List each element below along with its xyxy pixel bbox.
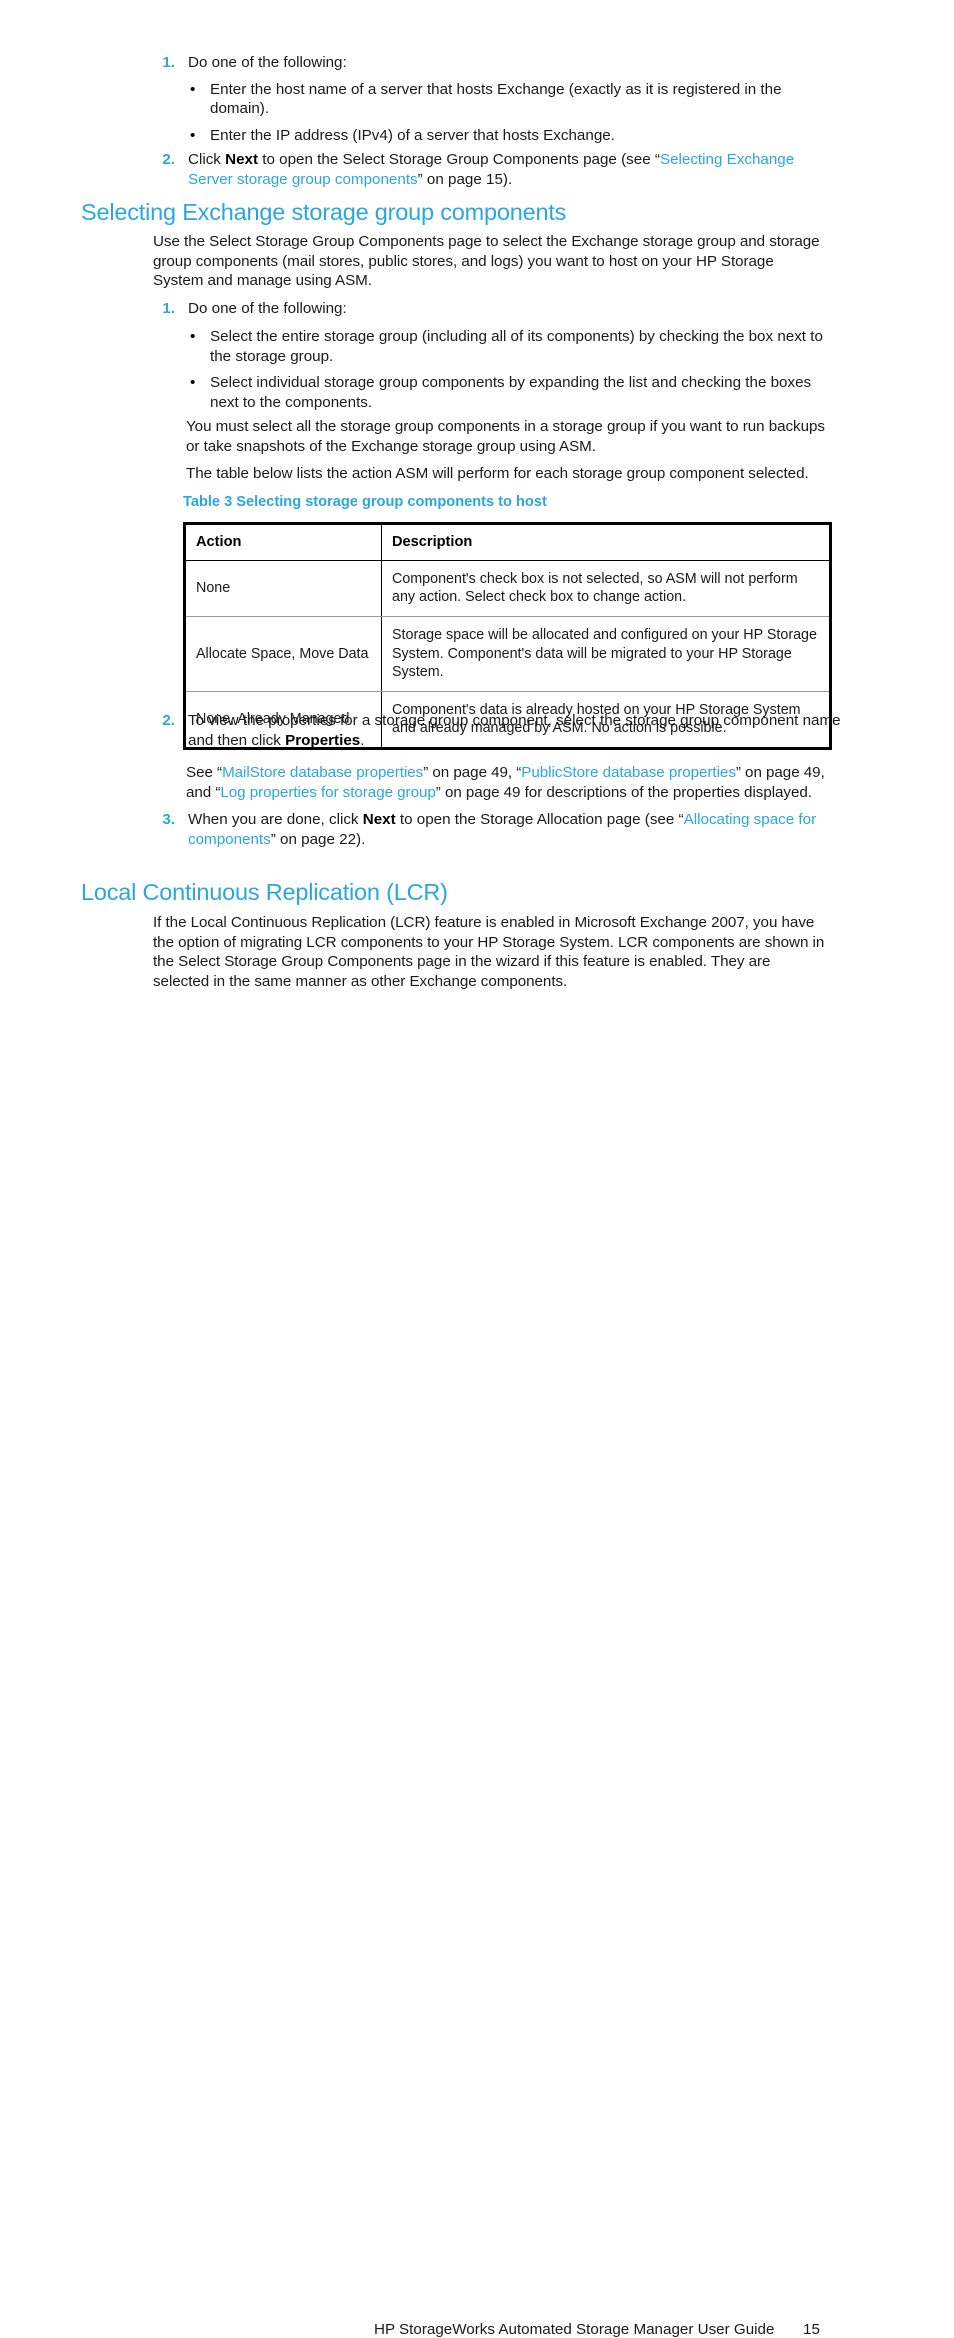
cell-description: Storage space will be allocated and conf… [381,616,831,693]
ui-button-reference: Next [362,811,396,828]
list-item: • Enter the host name of a server that h… [188,80,843,119]
section-heading-lcr: Local Continuous Replication (LCR) [81,879,448,905]
selecting-step-2: 2. To view the properties for a storage … [153,711,843,750]
text-fragment: See “ [186,764,223,781]
table-intro-paragraph: The table below lists the action ASM wil… [186,465,809,482]
list-item: • Select the entire storage group (inclu… [188,327,838,366]
cell-action: None [184,560,382,618]
list-item-number: 3. [162,811,175,828]
ui-button-reference: Next [225,151,259,169]
list-item: • Enter the IP address (IPv4) of a serve… [188,126,843,146]
list-item-text: Enter the host name of a server that hos… [210,80,782,118]
list-item-number: 1. [162,54,175,71]
list-item-text: Do one of the following: [188,54,347,71]
text-fragment: ” on page 22). [270,830,366,848]
bullet-dot-icon: • [190,374,196,392]
bullet-dot-icon: • [190,328,196,345]
selecting-step-3: 3. When you are done, click Next to open… [153,810,843,849]
text-fragment: Click [188,151,226,169]
see-references-paragraph: See “MailStore database properties” on p… [186,763,834,802]
list-item: 2. Click Next to open the Select Storage… [153,150,843,189]
list-item-number: 1. [162,300,175,317]
selecting-step-1: 1. Do one of the following: [153,299,843,319]
list-item: 1. Do one of the following: [153,299,843,319]
selecting-step-1-bullets: • Select the entire storage group (inclu… [188,327,838,412]
footer-title: HP StorageWorks Automated Storage Manage… [374,2321,775,2338]
footer-page-number: 15 [803,2321,820,2338]
text-fragment: to open the Storage Allocation page (see… [395,811,684,828]
page-footer: HP StorageWorks Automated Storage Manage… [0,1175,954,2338]
list-item-text: When you are done, click Next to open th… [188,811,816,848]
list-item: • Select individual storage group compon… [188,373,838,412]
bullet-list: • Enter the host name of a server that h… [188,80,843,146]
list-item: 3. When you are done, click Next to open… [153,810,843,849]
list-item-text: Enter the IP address (IPv4) of a server … [210,126,615,144]
list-item: 1. Do one of the following: [153,53,843,73]
cross-reference-link-log-properties[interactable]: Log properties for storage group [220,784,435,801]
ui-button-reference: Properties [285,731,361,749]
bullet-dot-icon: • [190,80,196,98]
list-item-text: Select the entire storage group (includi… [210,328,823,365]
table-row: Allocate Space, Move Data Storage space … [184,616,831,693]
section-heading-selecting: Selecting Exchange storage group compone… [81,199,567,225]
text-fragment: ” on page 15). [417,170,513,188]
table-row: None Component's check box is not select… [184,560,831,618]
text-fragment: . [360,731,365,749]
column-header-action: Action [184,523,382,561]
column-header-description: Description [381,523,831,561]
cross-reference-link-mailstore[interactable]: MailStore database properties [222,764,423,781]
list-item-number: 2. [162,151,175,169]
intro-paragraph: Use the Select Storage Group Components … [153,233,820,290]
text-fragment: ” on page 49, “ [423,764,522,781]
list-item-number: 2. [162,712,175,729]
list-item-text: Do one of the following: [188,300,347,317]
list-item-text: Select individual storage group componen… [210,374,812,411]
text-fragment: When you are done, click [188,811,363,828]
list-item-text: To view the properties for a storage gro… [188,712,841,749]
backup-note-paragraph: You must select all the storage group co… [186,418,825,455]
cell-action: Allocate Space, Move Data [184,616,382,693]
text-fragment: to open the Select Storage Group Compone… [258,151,660,169]
lcr-paragraph: If the Local Continuous Replication (LCR… [153,914,825,990]
table-caption: Table 3 Selecting storage group componen… [183,494,547,510]
text-fragment: ” on page 49 for descriptions of the pro… [435,783,812,801]
list-item: 2. To view the properties for a storage … [153,711,843,750]
top-numbered-list: 1. Do one of the following: • Enter the … [153,53,843,190]
table-header-row: Action Description [184,523,831,561]
cross-reference-link-publicstore[interactable]: PublicStore database properties [521,764,736,781]
bullet-dot-icon: • [190,126,196,144]
list-item-text: Click Next to open the Select Storage Gr… [188,151,794,188]
document-page: 1. Do one of the following: • Enter the … [0,0,954,2338]
cell-description: Component's check box is not selected, s… [381,560,831,618]
